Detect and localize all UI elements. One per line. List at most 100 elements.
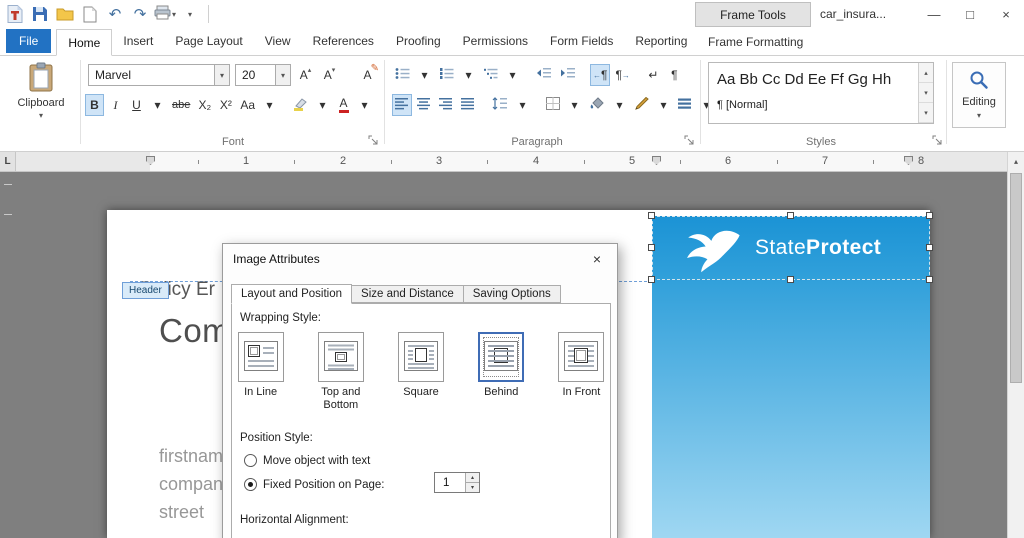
numbered-list-caret-icon[interactable]: ▾ bbox=[459, 64, 478, 86]
selection-handle[interactable] bbox=[648, 212, 655, 219]
tab-form-fields[interactable]: Form Fields bbox=[539, 28, 624, 55]
move-with-text-option[interactable]: Move object with text bbox=[244, 454, 370, 467]
wrap-behind-button[interactable] bbox=[478, 332, 525, 382]
tab-file[interactable]: File bbox=[6, 29, 52, 53]
dialog-tab-size-distance[interactable]: Size and Distance bbox=[352, 285, 464, 303]
line-color-button[interactable] bbox=[631, 94, 652, 116]
shading-button[interactable] bbox=[586, 94, 608, 116]
app-icon[interactable] bbox=[4, 2, 26, 26]
wrap-inline-button[interactable] bbox=[237, 332, 284, 382]
shading-caret-icon[interactable]: ▾ bbox=[610, 94, 629, 116]
scrollbar-thumb[interactable] bbox=[1010, 173, 1022, 383]
italic-button[interactable]: I bbox=[106, 94, 125, 116]
underline-caret-icon[interactable]: ▾ bbox=[148, 94, 167, 116]
line-spacing-caret-icon[interactable]: ▾ bbox=[513, 94, 532, 116]
increase-indent-button[interactable] bbox=[557, 64, 579, 86]
font-color-caret-icon[interactable]: ▾ bbox=[355, 94, 374, 116]
selected-logo-image[interactable]: StateProtect bbox=[652, 216, 930, 280]
undo-button[interactable]: ↶ bbox=[104, 2, 126, 26]
placeholder-line[interactable]: compan bbox=[159, 474, 223, 495]
table-lines-button[interactable] bbox=[675, 94, 695, 116]
close-button[interactable]: × bbox=[988, 0, 1024, 28]
dialog-tab-saving-options[interactable]: Saving Options bbox=[463, 285, 561, 303]
wrap-square-button[interactable] bbox=[398, 332, 444, 382]
ltr-paragraph-button[interactable]: ← ¶ bbox=[590, 64, 611, 86]
bullet-list-caret-icon[interactable]: ▾ bbox=[415, 64, 434, 86]
underline-button[interactable]: U bbox=[127, 94, 146, 116]
grow-font-button[interactable]: A ▴ bbox=[296, 64, 315, 86]
change-case-caret-icon[interactable]: ▾ bbox=[260, 94, 279, 116]
highlight-button[interactable] bbox=[290, 94, 311, 116]
bullet-list-button[interactable] bbox=[392, 64, 413, 86]
borders-caret-icon[interactable]: ▾ bbox=[565, 94, 584, 116]
change-case-button[interactable]: Aa bbox=[237, 94, 258, 116]
placeholder-line[interactable]: firstnam bbox=[159, 446, 223, 467]
selection-handle[interactable] bbox=[648, 276, 655, 283]
styles-more-icon[interactable]: ▾ bbox=[919, 103, 933, 123]
wrap-in-front-button[interactable] bbox=[558, 332, 605, 382]
font-name-caret-icon[interactable]: ▾ bbox=[214, 65, 229, 85]
tab-proofing[interactable]: Proofing bbox=[385, 28, 452, 55]
shrink-font-button[interactable]: A ▾ bbox=[320, 64, 339, 86]
radio-checked-icon[interactable] bbox=[244, 478, 257, 491]
dialog-tab-layout-position[interactable]: Layout and Position bbox=[231, 284, 353, 304]
tab-stop-selector[interactable]: L bbox=[0, 152, 16, 171]
line-color-caret-icon[interactable]: ▾ bbox=[654, 94, 673, 116]
strikethrough-button[interactable]: abe bbox=[169, 94, 193, 116]
font-size-caret-icon[interactable]: ▾ bbox=[275, 65, 290, 85]
multilevel-list-caret-icon[interactable]: ▾ bbox=[503, 64, 522, 86]
decrease-indent-button[interactable] bbox=[533, 64, 555, 86]
styles-gallery[interactable]: Aa Bb Cc Dd Ee Ff Gg Hh ¶ [Normal] ▴ ▾ ▾ bbox=[708, 62, 934, 124]
scroll-up-icon[interactable]: ▴ bbox=[1008, 152, 1024, 170]
spinner-down-icon[interactable]: ▾ bbox=[466, 483, 479, 492]
selection-handle[interactable] bbox=[926, 244, 933, 251]
toolbar-options-button[interactable]: ▾ bbox=[179, 2, 201, 26]
selection-handle[interactable] bbox=[787, 212, 794, 219]
spinner-up-icon[interactable]: ▴ bbox=[466, 473, 479, 483]
vertical-scrollbar[interactable]: ▴ bbox=[1007, 152, 1024, 538]
line-spacing-button[interactable] bbox=[489, 94, 511, 116]
wrap-top-bottom-button[interactable] bbox=[317, 332, 364, 382]
new-document-button[interactable] bbox=[79, 2, 101, 26]
print-button[interactable]: ▾ bbox=[154, 2, 176, 26]
maximize-button[interactable]: □ bbox=[952, 0, 988, 28]
font-dialog-launcher[interactable] bbox=[368, 135, 379, 146]
bold-button[interactable]: B bbox=[85, 94, 104, 116]
align-right-button[interactable] bbox=[436, 94, 456, 116]
formatting-marks-button[interactable]: ¶ bbox=[665, 64, 684, 86]
horizontal-ruler[interactable]: L 1 2 3 4 5 6 7 8 bbox=[0, 152, 1007, 172]
tab-frame-formatting[interactable]: Frame Formatting bbox=[697, 29, 814, 56]
minimize-button[interactable]: — bbox=[916, 0, 952, 28]
paragraph-dialog-launcher[interactable] bbox=[684, 135, 695, 146]
open-folder-button[interactable] bbox=[54, 2, 76, 26]
align-left-button[interactable] bbox=[392, 94, 412, 116]
placeholder-line[interactable]: street bbox=[159, 502, 204, 523]
fixed-position-option[interactable]: Fixed Position on Page: bbox=[244, 478, 384, 491]
highlight-caret-icon[interactable]: ▾ bbox=[313, 94, 332, 116]
multilevel-list-button[interactable] bbox=[480, 64, 501, 86]
borders-button[interactable] bbox=[543, 94, 563, 116]
styles-scroll-down-icon[interactable]: ▾ bbox=[919, 83, 933, 103]
editing-search-button[interactable]: Editing ▾ bbox=[952, 62, 1006, 128]
tab-home[interactable]: Home bbox=[56, 29, 113, 56]
redo-button[interactable]: ↷ bbox=[129, 2, 151, 26]
rtl-paragraph-button[interactable]: ¶ → bbox=[612, 64, 632, 86]
dialog-close-button[interactable]: × bbox=[585, 249, 609, 269]
font-color-button[interactable]: A bbox=[334, 94, 353, 116]
justify-button[interactable] bbox=[458, 94, 478, 116]
selection-handle[interactable] bbox=[648, 244, 655, 251]
font-size-combo[interactable]: 20 ▾ bbox=[235, 64, 291, 86]
tab-insert[interactable]: Insert bbox=[112, 28, 164, 55]
tab-reporting[interactable]: Reporting bbox=[624, 28, 698, 55]
tab-page-layout[interactable]: Page Layout bbox=[164, 28, 253, 55]
save-button[interactable] bbox=[29, 2, 51, 26]
page-number-spinner[interactable]: 1 ▴ ▾ bbox=[434, 472, 480, 493]
numbered-list-button[interactable] bbox=[436, 64, 457, 86]
frame-tools-contextual-tab[interactable]: Frame Tools bbox=[695, 2, 811, 27]
selection-handle[interactable] bbox=[926, 212, 933, 219]
paste-button[interactable]: Clipboard ▾ bbox=[12, 62, 70, 120]
superscript-button[interactable]: X² bbox=[216, 94, 235, 116]
styles-dialog-launcher[interactable] bbox=[932, 135, 943, 146]
header-tag[interactable]: Header bbox=[122, 282, 169, 299]
tab-view[interactable]: View bbox=[254, 28, 302, 55]
